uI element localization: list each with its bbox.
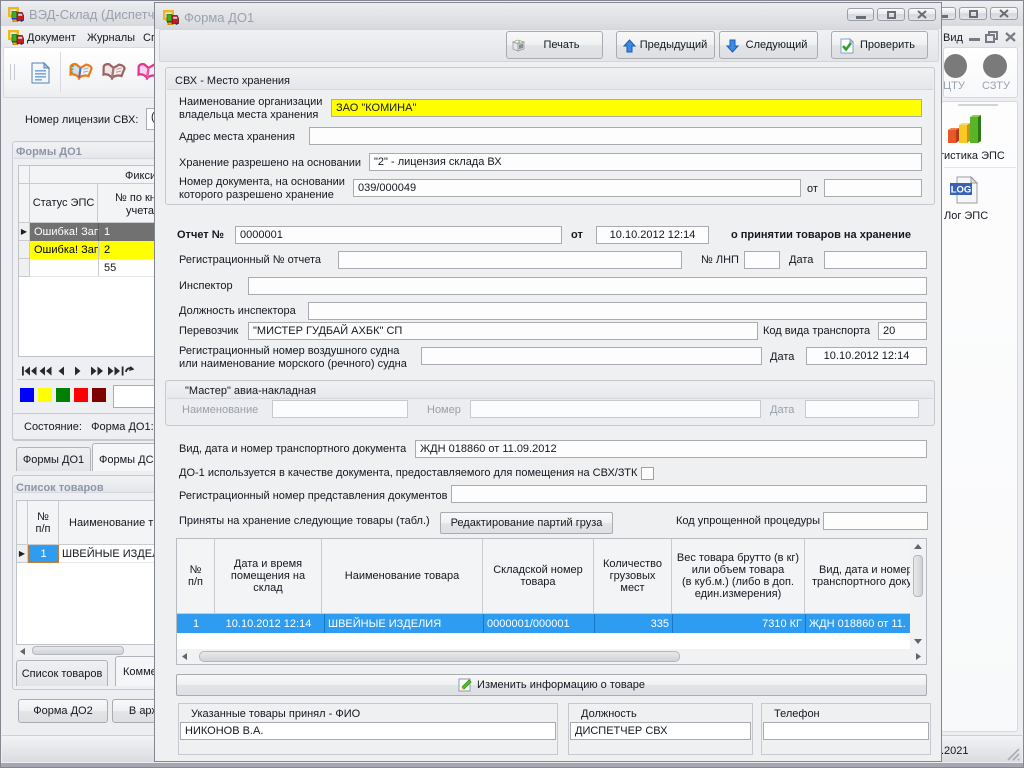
svg-text:LOG: LOG: [951, 185, 972, 196]
